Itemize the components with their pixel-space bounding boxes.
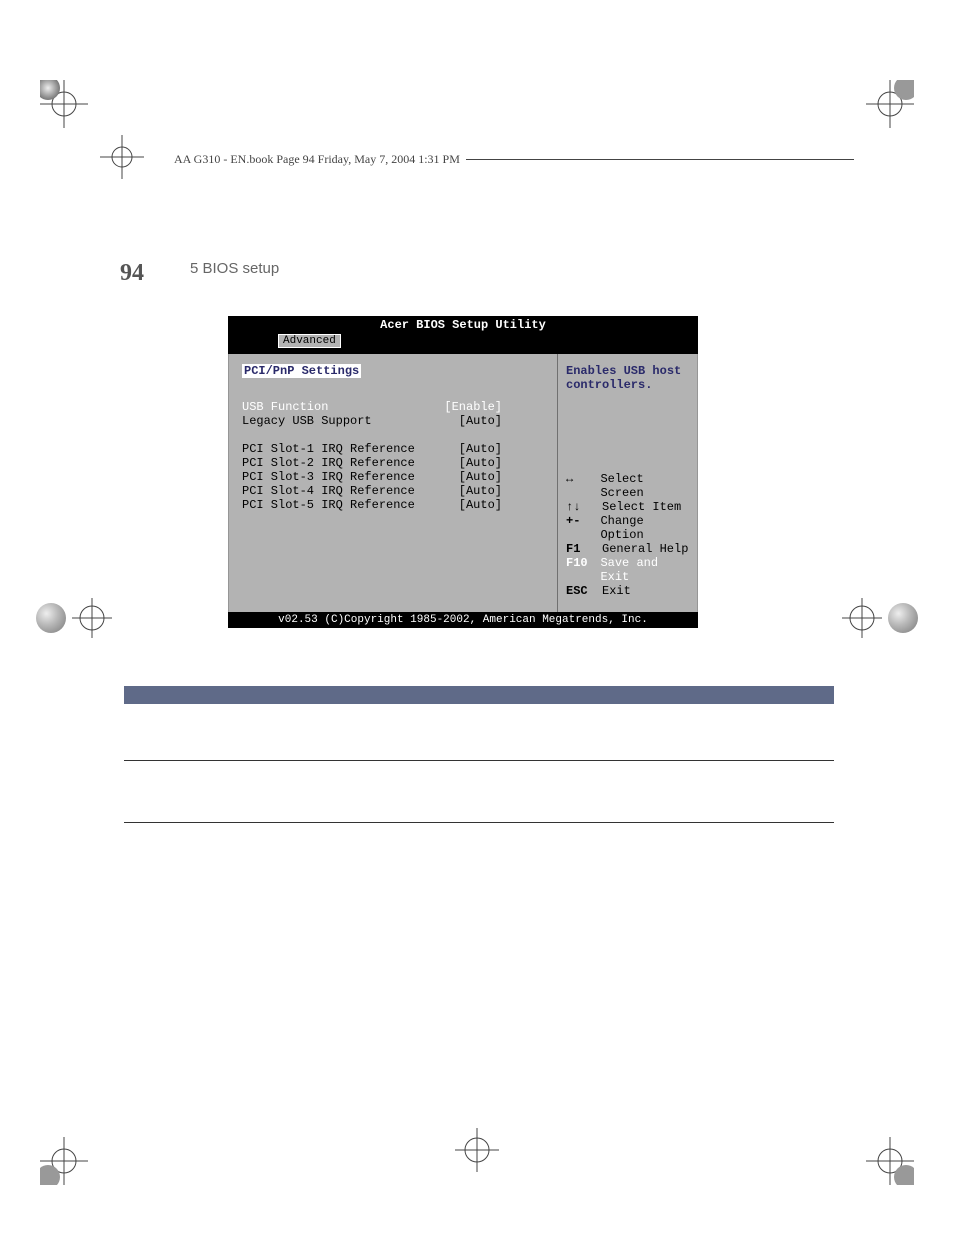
bios-setting-row[interactable]: Legacy USB Support[Auto] — [242, 414, 502, 428]
bios-setting-row[interactable]: USB Function[Enable] — [242, 400, 502, 414]
crop-mark-br — [866, 1137, 914, 1185]
bios-setting-row[interactable]: PCI Slot-5 IRQ Reference[Auto] — [242, 498, 502, 512]
bios-setting-row[interactable]: PCI Slot-2 IRQ Reference[Auto] — [242, 456, 502, 470]
bios-key-row: +-Change Option — [566, 514, 690, 542]
table-header-bar — [124, 686, 834, 704]
bios-key-row: ↔Select Screen — [566, 472, 690, 500]
bios-tab-advanced[interactable]: Advanced — [278, 334, 341, 348]
chapter-title: 5 BIOS setup — [190, 260, 279, 277]
bios-key-row: F1General Help — [566, 542, 690, 556]
center-cross-bottom — [455, 1128, 499, 1177]
bios-settings-list: USB Function[Enable]Legacy USB Support[A… — [242, 400, 543, 512]
side-mark-left — [36, 598, 112, 638]
bios-footer: v02.53 (C)Copyright 1985-2002, American … — [228, 612, 698, 628]
table-row-divider-1 — [124, 760, 834, 761]
side-mark-right — [842, 598, 918, 638]
bios-section-title: PCI/PnP Settings — [242, 364, 543, 378]
bios-key-row: ESCExit — [566, 584, 690, 598]
crop-mark-tr — [866, 80, 914, 128]
crop-mark-tl — [40, 80, 88, 128]
bios-title: Acer BIOS Setup Utility — [228, 316, 698, 334]
page-number: 94 — [120, 260, 144, 287]
header-text: AA G310 - EN.book Page 94 Friday, May 7,… — [144, 152, 460, 167]
bios-screenshot: Acer BIOS Setup Utility Advanced PCI/PnP… — [228, 316, 698, 628]
bios-help-text: Enables USB host controllers. — [566, 364, 690, 392]
bios-key-row: F10Save and Exit — [566, 556, 690, 584]
bios-menubar: Advanced — [228, 334, 698, 352]
bios-setting-row[interactable]: PCI Slot-1 IRQ Reference[Auto] — [242, 442, 502, 456]
bios-key-row: ↑↓Select Item — [566, 500, 690, 514]
crop-mark-bl — [40, 1137, 88, 1185]
bios-key-legend: ↔Select Screen↑↓Select Item+-Change Opti… — [566, 472, 690, 598]
table-row-divider-2 — [124, 822, 834, 823]
bios-setting-row[interactable]: PCI Slot-3 IRQ Reference[Auto] — [242, 470, 502, 484]
pdf-header-line: AA G310 - EN.book Page 94 Friday, May 7,… — [100, 135, 854, 184]
bios-setting-row[interactable]: PCI Slot-4 IRQ Reference[Auto] — [242, 484, 502, 498]
